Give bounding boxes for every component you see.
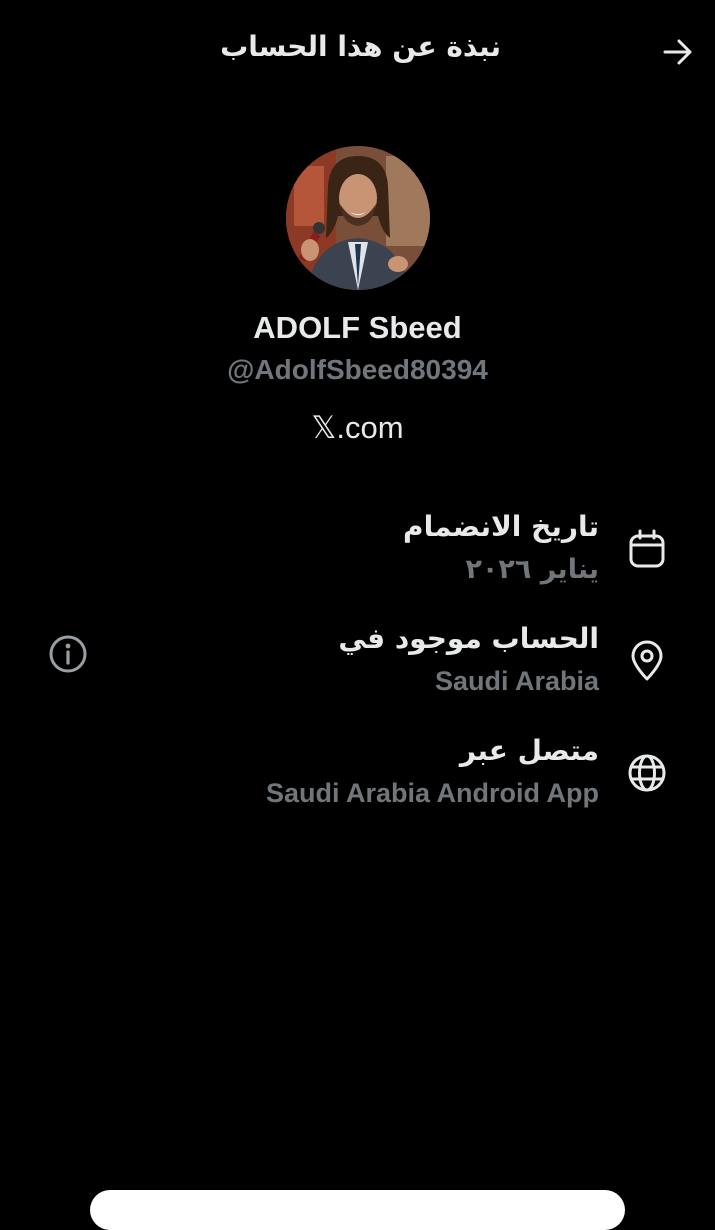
info-value-connected-via: Saudi Arabia Android App: [265, 778, 599, 808]
calendar-icon: [629, 529, 665, 568]
top-bar: نبذة عن هذا الحساب: [0, 0, 715, 104]
avatar[interactable]: [286, 146, 430, 290]
info-row-connected-via: متصل عبر Saudi Arabia Android App: [0, 734, 715, 824]
page-title: نبذة عن هذا الحساب: [220, 30, 501, 63]
location-pin-icon: [631, 640, 663, 681]
display-name: ADOLF Sbeed: [253, 310, 462, 345]
info-value-joined: يناير ٢٠٢٦: [465, 554, 599, 585]
info-title-connected-via: متصل عبر: [459, 734, 599, 767]
info-title-location: الحساب موجود في: [338, 622, 599, 655]
back-button[interactable]: [656, 30, 700, 74]
profile-photo: [286, 146, 430, 290]
info-title-joined: تاريخ الانضمام: [403, 510, 599, 543]
info-row-location: الحساب موجود في Saudi Arabia: [0, 622, 715, 712]
info-value-location: Saudi Arabia: [434, 666, 599, 696]
info-row-joined: تاريخ الانضمام يناير ٢٠٢٦: [0, 510, 715, 600]
username-handle: @AdolfSbeed80394: [227, 354, 488, 385]
globe-icon: [628, 754, 666, 792]
arrow-right-icon: [663, 39, 692, 65]
site-link[interactable]: 𝕏.com: [0, 410, 715, 446]
info-icon[interactable]: [48, 634, 88, 674]
bottom-sheet-edge: [90, 1190, 625, 1230]
